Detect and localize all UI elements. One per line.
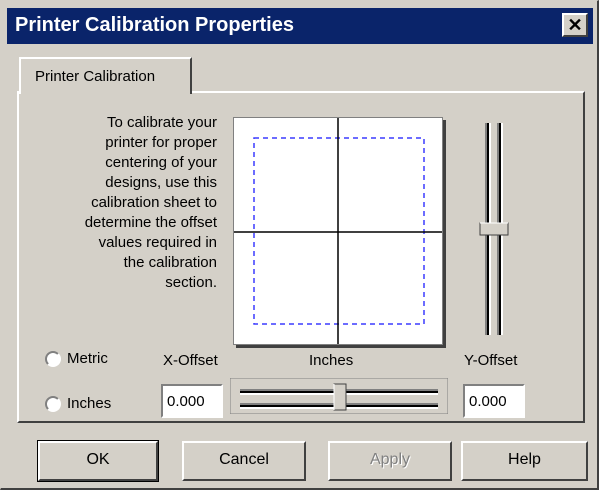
y-offset-slider-thumb[interactable] [479,222,509,236]
tab-label: Printer Calibration [35,68,156,85]
window-title: Printer Calibration Properties [15,14,294,36]
print-area-guide [253,137,425,325]
x-offset-label: X-Offset [163,352,218,369]
inches-radio[interactable] [45,396,61,412]
title-bar: Printer Calibration Properties ✕ [7,8,593,44]
inches-unit-label: Inches [309,352,354,369]
help-button[interactable]: Help [461,441,588,481]
cancel-button[interactable]: Cancel [182,441,306,481]
y-offset-slider[interactable] [474,113,514,347]
tab-printer-calibration[interactable]: Printer Calibration [19,57,192,94]
description-line: values required in [98,234,217,251]
description-line: printer for proper [105,134,217,151]
calibration-sheet-graphic [234,118,442,344]
x-offset-slider-thumb[interactable] [333,383,347,411]
inches-label: Inches [67,395,112,412]
x-offset-input[interactable] [161,384,223,418]
description-line: To calibrate your [106,114,217,131]
apply-button[interactable]: Apply [328,441,452,481]
calibration-sheet-preview [233,117,443,345]
description-line: section. [165,274,217,291]
metric-label: Metric [67,350,108,367]
calibration-description: To calibrate your printer for proper cen… [17,113,217,293]
y-offset-input[interactable] [463,384,525,418]
ok-button[interactable]: OK [37,440,159,482]
description-line: determine the offset [84,214,217,231]
x-offset-slider[interactable] [230,378,448,414]
close-icon: ✕ [567,15,583,35]
metric-radio[interactable] [45,351,61,367]
description-line: designs, use this [105,174,217,191]
description-line: calibration sheet to [91,194,217,211]
y-offset-label: Y-Offset [464,352,518,369]
description-line: the calibration [123,254,217,271]
description-line: centering of your [105,154,217,171]
close-button[interactable]: ✕ [562,13,588,37]
printer-calibration-dialog: Printer Calibration Properties ✕ Printer… [0,0,599,490]
